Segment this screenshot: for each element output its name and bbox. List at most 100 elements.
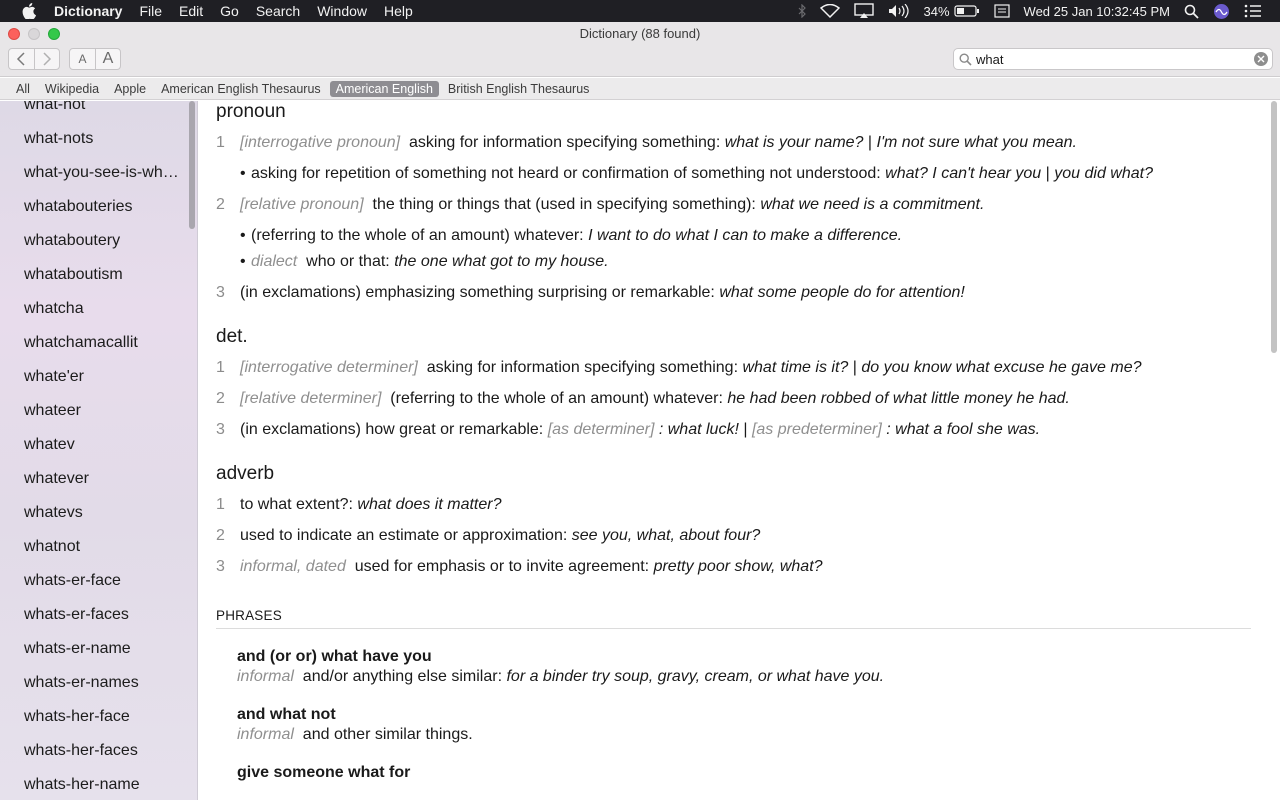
usage-label: informal	[237, 668, 294, 685]
usage-label: dialect	[251, 253, 298, 270]
list-item[interactable]: whatev	[0, 428, 190, 462]
list-item[interactable]: whats-er-names	[0, 666, 190, 700]
bluetooth-icon[interactable]	[798, 4, 806, 18]
source-tab-american-english[interactable]: American English	[329, 80, 439, 97]
list-item[interactable]: whats-her-face	[0, 700, 190, 734]
phrase-block: and (or or) what have you informal and/o…	[237, 647, 1251, 687]
menu-edit[interactable]: Edit	[179, 0, 203, 22]
list-item[interactable]: what-you-see-is-wh…	[0, 156, 190, 190]
clear-search-icon[interactable]	[1254, 52, 1268, 66]
list-item[interactable]: whats-er-faces	[0, 598, 190, 632]
list-item[interactable]: whatnot	[0, 530, 190, 564]
font-size-controls: A A	[69, 48, 121, 70]
siri-icon[interactable]	[1213, 3, 1230, 20]
sense-number: 2	[216, 390, 225, 407]
bullet: •	[240, 253, 246, 270]
volume-icon[interactable]	[888, 4, 910, 18]
sense-row: 3 informal, dated used for emphasis or t…	[216, 556, 1251, 578]
list-item[interactable]: whatevs	[0, 496, 190, 530]
subsense-row: • asking for repetition of something not…	[240, 163, 1251, 185]
usage-label: informal	[237, 726, 294, 743]
menu-go[interactable]: Go	[220, 0, 239, 22]
source-tab-british-english-thesaurus[interactable]: British English Thesaurus	[442, 81, 596, 97]
bullet: •	[240, 165, 246, 182]
source-tab-wikipedia[interactable]: Wikipedia	[39, 81, 105, 97]
bullet: •	[240, 227, 246, 244]
definition-text: who or that:	[306, 253, 390, 270]
phrase-headword: and (or or) what have you	[237, 648, 432, 665]
keyboard-input-icon[interactable]	[993, 4, 1010, 18]
menu-file[interactable]: File	[139, 0, 162, 22]
spotlight-search-icon[interactable]	[1184, 4, 1199, 19]
list-item[interactable]: whats-her-faces	[0, 734, 190, 768]
sense-row: 3 (in exclamations) how great or remarka…	[216, 419, 1251, 441]
menu-app-name[interactable]: Dictionary	[54, 0, 122, 22]
sense-number: 3	[216, 558, 225, 575]
list-item[interactable]: whatever	[0, 462, 190, 496]
definition-text: asking for repetition of something not h…	[251, 165, 881, 182]
sense-row: 1 [interrogative pronoun] asking for inf…	[216, 132, 1251, 154]
list-item[interactable]: whataboutery	[0, 224, 190, 258]
example-text: he had been robbed of what little money …	[727, 390, 1070, 407]
definition-text: asking for information specifying someth…	[426, 359, 739, 376]
grammar-label: [as determiner]	[547, 421, 655, 438]
definition-text: the thing or things that (used in specif…	[372, 196, 756, 213]
sidebar-scrollbar[interactable]	[189, 101, 195, 229]
example-separator: |	[1045, 165, 1050, 182]
example-text: what some people do for attention!	[719, 284, 965, 301]
wifi-icon[interactable]	[819, 4, 840, 18]
battery-icon[interactable]	[953, 5, 980, 17]
back-button[interactable]	[9, 49, 34, 69]
menu-help[interactable]: Help	[384, 0, 413, 22]
list-item[interactable]: whats-er-name	[0, 632, 190, 666]
source-tab-american-english-thesaurus[interactable]: American English Thesaurus	[155, 81, 327, 97]
list-item[interactable]: whatchamacallit	[0, 326, 190, 360]
list-item[interactable]: whatabouteries	[0, 190, 190, 224]
source-tab-all[interactable]: All	[10, 81, 36, 97]
example-separator: |	[743, 421, 748, 438]
phrase-block: give someone what for	[237, 763, 1251, 783]
sense-row: 1 to what extent?: what does it matter?	[216, 494, 1251, 516]
list-item[interactable]: what-nots	[0, 122, 190, 156]
sense-number: 3	[216, 284, 225, 301]
grammar-label: [relative pronoun]	[240, 196, 364, 213]
definition-text: used for emphasis or to invite agreement…	[354, 558, 650, 575]
example-text: pretty poor show, what?	[653, 558, 823, 575]
forward-button[interactable]	[33, 49, 59, 69]
increase-font-button[interactable]: A	[94, 49, 120, 69]
grammar-label: [relative determiner]	[240, 390, 382, 407]
example-text: I'm not sure what you mean.	[876, 134, 1077, 151]
definition-text: (in exclamations) how great or remarkabl…	[240, 421, 544, 438]
example-text: what? I can't hear you	[885, 165, 1042, 182]
list-item[interactable]: whataboutism	[0, 258, 190, 292]
sense-number: 2	[216, 196, 225, 213]
content-scrollbar[interactable]	[1271, 101, 1277, 353]
definition-text: asking for information specifying someth…	[409, 134, 721, 151]
search-input[interactable]	[976, 50, 1254, 68]
sense-row: 2 [relative determiner] (referring to th…	[216, 388, 1251, 410]
window-title: Dictionary (88 found)	[579, 26, 701, 41]
phrase-headword: give someone what for	[237, 764, 411, 781]
airplay-icon[interactable]	[853, 3, 874, 19]
search-icon	[954, 49, 976, 69]
definition-text: and other similar things.	[302, 726, 473, 743]
list-item[interactable]: whats-er-face	[0, 564, 190, 598]
dictionary-source-bar: All Wikipedia Apple American English The…	[0, 78, 1280, 100]
results-sidebar: what-not what-nots what-you-see-is-wh… w…	[0, 101, 198, 800]
list-item[interactable]: whats-her-name	[0, 768, 190, 800]
source-tab-apple[interactable]: Apple	[108, 81, 152, 97]
list-item[interactable]: what-not	[0, 101, 190, 122]
phrase-headword: and what not	[237, 706, 336, 723]
list-item[interactable]: whatcha	[0, 292, 190, 326]
definition-text: used to indicate an estimate or approxim…	[240, 527, 568, 544]
menu-window[interactable]: Window	[317, 0, 367, 22]
notification-center-icon[interactable]	[1244, 4, 1262, 18]
apple-icon[interactable]	[20, 3, 38, 19]
menu-search[interactable]: Search	[256, 0, 300, 22]
list-item[interactable]: whateer	[0, 394, 190, 428]
battery-percent[interactable]: 34%	[924, 4, 950, 19]
example-text: see you, what, about four?	[571, 527, 761, 544]
menubar-clock[interactable]: Wed 25 Jan 10:32:45 PM	[1024, 4, 1170, 19]
list-item[interactable]: whate'er	[0, 360, 190, 394]
decrease-font-button[interactable]: A	[70, 49, 95, 69]
